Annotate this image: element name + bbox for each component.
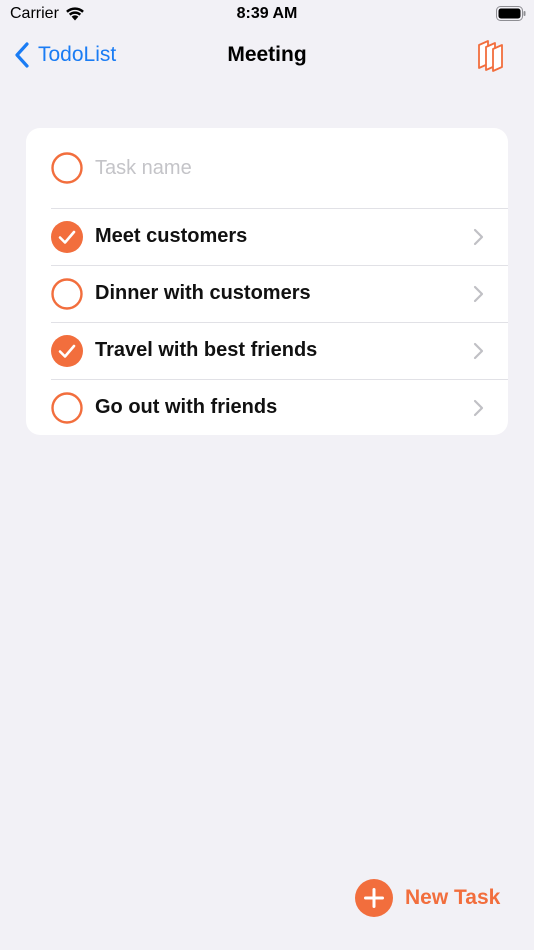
empty-circle-icon[interactable] xyxy=(51,277,83,310)
page-title: Meeting xyxy=(227,43,307,66)
task-title: Travel with best friends xyxy=(95,339,318,361)
status-bar: Carrier 8:39 AM xyxy=(0,0,534,30)
chevron-right-icon xyxy=(473,342,484,359)
task-row[interactable]: Meet customers xyxy=(26,208,508,265)
chevron-right-icon xyxy=(473,285,484,302)
task-row[interactable]: Travel with best friends xyxy=(26,322,508,379)
task-row[interactable]: Dinner with customers xyxy=(26,265,508,322)
empty-circle-icon xyxy=(51,152,83,184)
task-title: Go out with friends xyxy=(95,396,278,418)
task-row[interactable]: Go out with friends xyxy=(26,379,508,435)
task-title: Meet customers xyxy=(95,225,248,247)
checkmark-circle-filled-icon[interactable] xyxy=(51,334,83,367)
checkmark-circle-filled-icon[interactable] xyxy=(51,220,83,253)
stacked-cards-icon[interactable] xyxy=(476,38,508,72)
chevron-right-icon xyxy=(473,228,484,245)
new-task-label: New Task xyxy=(405,886,501,909)
new-task-row xyxy=(26,128,508,208)
new-task-button[interactable]: New Task xyxy=(354,878,500,918)
screen: Carrier 8:39 AM TodoList Meeting Task na… xyxy=(0,0,534,950)
empty-circle-icon[interactable] xyxy=(51,391,83,424)
task-name-input[interactable] xyxy=(95,156,475,180)
plus-circle-icon xyxy=(355,879,393,917)
clock: 8:39 AM xyxy=(236,5,298,22)
task-title: Dinner with customers xyxy=(95,282,311,304)
task-list-card: Meet customers Dinner with customers Tra… xyxy=(26,128,508,435)
navigation-bar: TodoList Meeting xyxy=(0,30,534,80)
battery-icon xyxy=(496,6,526,21)
chevron-right-icon xyxy=(473,399,484,416)
